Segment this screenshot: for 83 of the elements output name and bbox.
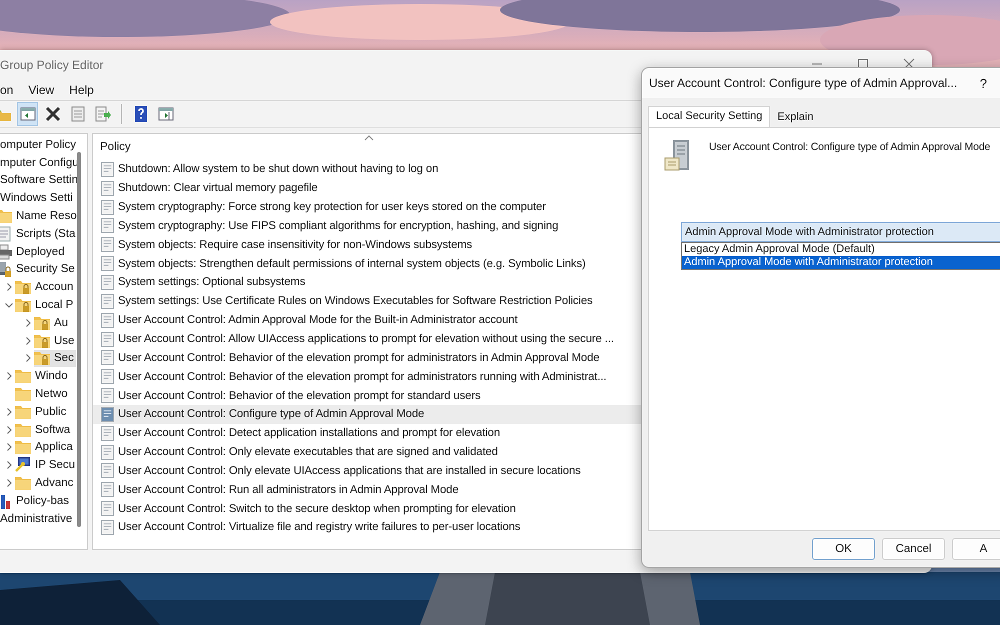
tree-item[interactable]: Netwo xyxy=(15,386,70,403)
bar-chart-icon xyxy=(0,492,12,509)
document-icon xyxy=(101,237,114,252)
document-icon xyxy=(101,312,114,328)
folder-icon xyxy=(15,404,31,420)
locked-folder-icon xyxy=(34,350,50,366)
delete-icon xyxy=(44,106,60,122)
tree-item[interactable]: Security Se xyxy=(0,260,77,278)
tree-item[interactable]: Local P xyxy=(15,296,76,314)
menu-item[interactable]: on xyxy=(0,83,14,97)
tree-item[interactable]: Accoun xyxy=(15,278,76,296)
document-icon xyxy=(101,388,114,404)
document-icon xyxy=(101,463,114,478)
tree-item[interactable]: Public xyxy=(15,403,68,420)
help-icon xyxy=(132,106,148,122)
dialog-button[interactable]: Cancel xyxy=(882,538,945,560)
dropdown-option[interactable]: Admin Approval Mode with Administrator protection xyxy=(682,256,1000,269)
document-icon xyxy=(101,218,114,234)
dropdown-option[interactable]: Legacy Admin Approval Mode (Default) xyxy=(682,243,1000,256)
document-icon xyxy=(101,274,114,290)
folder-icon xyxy=(0,208,12,224)
tree-item[interactable]: Softwa xyxy=(15,421,72,438)
document-icon xyxy=(101,444,114,460)
dialog-button[interactable]: A xyxy=(952,538,1000,560)
tree-item[interactable]: Applica xyxy=(15,438,75,456)
tree-item[interactable]: Advanc xyxy=(15,474,76,492)
folder-icon xyxy=(15,422,31,438)
printer-icon xyxy=(0,244,12,260)
folder-icon xyxy=(15,439,31,456)
tree-item[interactable]: Deployed xyxy=(0,243,67,260)
document-icon xyxy=(101,162,114,177)
locked-folder-icon xyxy=(34,314,50,331)
document-icon xyxy=(101,501,114,516)
tab[interactable]: Local Security Setting xyxy=(648,106,770,127)
dialog-button[interactable]: OK xyxy=(812,538,875,560)
tree-item[interactable]: Scripts (Sta xyxy=(0,225,78,242)
tree-item[interactable]: Windo xyxy=(15,368,70,385)
close-icon[interactable] xyxy=(903,58,915,70)
help-button[interactable]: ? xyxy=(980,76,987,90)
document-icon xyxy=(101,426,114,441)
dropdown[interactable]: Admin Approval Mode with Administrator protection xyxy=(681,222,1000,242)
locked-folder-icon xyxy=(34,332,50,349)
document-icon xyxy=(101,520,114,535)
document-icon xyxy=(101,369,114,384)
tree-item[interactable]: Windows Setti xyxy=(0,190,75,207)
policy-name: User Account Control: Configure type of Admin Approval Mode xyxy=(709,140,990,153)
document-icon xyxy=(101,256,114,272)
document-icon xyxy=(0,226,12,242)
tree-item[interactable]: Administrative xyxy=(0,510,74,528)
pane-icon xyxy=(158,106,174,122)
menu-item[interactable]: View xyxy=(28,83,54,97)
tree-item[interactable]: Policy-bas xyxy=(0,492,72,510)
document-icon xyxy=(101,294,114,309)
tree-item[interactable]: omputer Policy xyxy=(0,136,78,154)
scrollbar[interactable] xyxy=(77,152,81,527)
locked-folder-icon xyxy=(15,279,31,296)
tree-item[interactable]: IP Secu xyxy=(15,456,78,474)
menu-item[interactable]: Help xyxy=(69,83,94,97)
monitor-key-icon xyxy=(15,457,31,474)
document-icon xyxy=(101,180,114,196)
folder-icon xyxy=(15,475,31,492)
export-icon xyxy=(94,106,110,122)
folder-icon xyxy=(15,386,31,402)
document-icon xyxy=(101,200,114,215)
window-title: Group Policy Editor xyxy=(0,58,104,72)
sort-caret-icon xyxy=(364,135,374,141)
tree-item[interactable]: Name Reso xyxy=(0,208,79,225)
document-icon xyxy=(101,332,114,347)
tree-item[interactable]: Software Settin xyxy=(0,172,80,189)
properties-icon xyxy=(70,106,86,122)
document-icon xyxy=(101,482,114,498)
folder-icon xyxy=(15,368,31,384)
tab[interactable]: Explain xyxy=(770,108,820,127)
dialog-title: User Account Control: Configure type of Admin Approval... xyxy=(649,76,958,90)
toolbar-button[interactable] xyxy=(17,102,38,126)
computer-lock-icon xyxy=(0,261,12,278)
tree-item[interactable]: Sec xyxy=(34,350,76,367)
locked-folder-icon xyxy=(15,297,31,314)
tree-item[interactable]: Use xyxy=(34,332,76,350)
document-icon xyxy=(101,406,114,422)
tree-item[interactable]: Au xyxy=(34,314,70,332)
document-icon xyxy=(101,350,114,366)
pane-icon xyxy=(20,106,36,122)
